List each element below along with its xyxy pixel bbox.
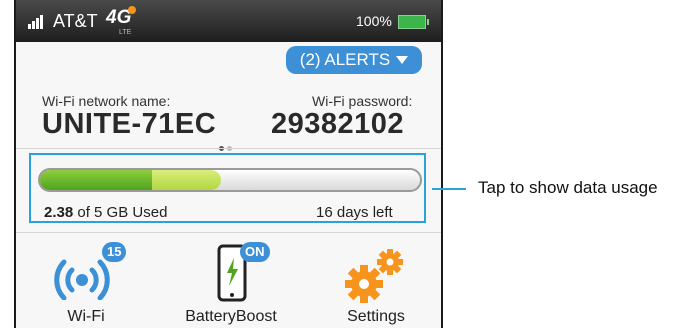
divider xyxy=(16,148,441,149)
status-bar: AT&T 4G LTE 100% xyxy=(16,0,441,42)
divider xyxy=(16,232,441,233)
hotspot-screen: AT&T 4G LTE 100% (2) ALERTS Wi-Fi networ… xyxy=(14,0,443,328)
data-recent-fill xyxy=(152,170,221,190)
data-used-text: 2.38 of 5 GB Used xyxy=(44,204,167,221)
wifi-password-value: 29382102 xyxy=(271,108,405,140)
data-used-fill xyxy=(40,170,153,190)
callout-line xyxy=(432,188,466,190)
callout-text: Tap to show data usage xyxy=(478,178,658,197)
settings-tile-label: Settings xyxy=(347,308,405,325)
gears-icon xyxy=(345,249,403,303)
wifi-tile[interactable]: 15 Wi-Fi xyxy=(16,240,156,328)
wifi-password-label: Wi-Fi password: xyxy=(312,93,413,109)
settings-tile[interactable]: Settings xyxy=(306,240,441,328)
wifi-clients-badge: 15 xyxy=(102,242,127,262)
data-used-amount: 2.38 xyxy=(44,204,74,221)
battery-icon xyxy=(398,15,429,29)
days-left: 16 days left xyxy=(316,204,393,221)
alerts-label: (2) ALERTS xyxy=(299,50,391,69)
carrier-name: AT&T xyxy=(53,11,98,31)
network-activity-icon xyxy=(128,6,136,14)
alerts-button[interactable]: (2) ALERTS xyxy=(286,46,422,74)
chevron-down-icon xyxy=(396,56,409,64)
battery-boost-tile-label: BatteryBoost xyxy=(185,308,277,325)
wifi-tile-label: Wi-Fi xyxy=(67,308,105,325)
signal-strength-icon xyxy=(28,15,48,29)
battery-boost-tile[interactable]: ON BatteryBoost xyxy=(161,240,301,328)
battery-boost-status-badge: ON xyxy=(240,242,270,262)
wifi-name-label: Wi-Fi network name: xyxy=(42,93,171,109)
wifi-name-value: UNITE-71EC xyxy=(42,108,217,140)
battery-percent: 100% xyxy=(356,13,392,29)
data-usage-bar[interactable] xyxy=(38,168,422,192)
data-used-suffix: of 5 GB Used xyxy=(77,204,168,221)
network-subtype: LTE xyxy=(119,29,132,36)
